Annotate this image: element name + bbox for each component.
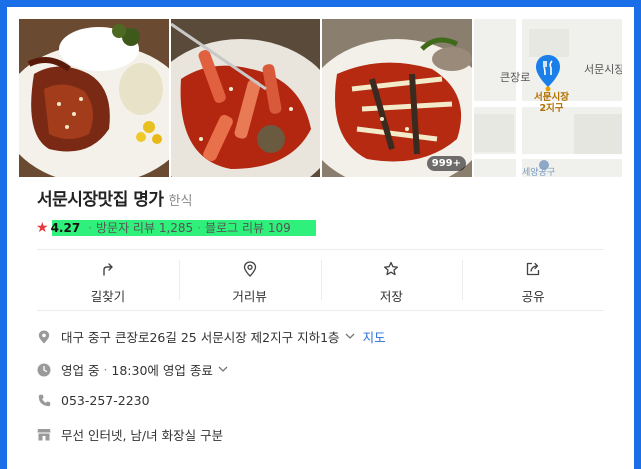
address-map-link[interactable]: 지도 (363, 327, 386, 346)
action-bar: 길찾기 거리뷰 저장 공유 (37, 249, 604, 311)
clock-icon (37, 363, 51, 377)
address-row: 대구 중구 큰장로26길 25 서문시장 제2지구 지하1층 지도 (37, 327, 386, 346)
star-icon: ★ (36, 219, 49, 236)
hours-detail: 18:30에 영업 종료 (111, 363, 213, 378)
separator-dot: · (88, 220, 92, 235)
blog-reviews-link[interactable]: 블로그 리뷰 109 (205, 219, 291, 236)
street-view-label: 거리뷰 (232, 289, 267, 304)
food-photo-1[interactable] (19, 19, 169, 177)
place-category: 한식 (168, 194, 193, 209)
separator-dot: · (197, 220, 202, 235)
food-photo-3[interactable]: 999+ (322, 19, 472, 177)
hours-row: 영업 중 · 18:30에 영업 종료 (37, 360, 228, 379)
phone-row: 053-257-2230 (37, 393, 150, 408)
amenities-row: 무선 인터넷, 남/녀 화장실 구분 (37, 425, 223, 444)
save-button[interactable]: 저장 (320, 250, 463, 310)
visitor-reviews-link[interactable]: 방문자 리뷰 1,285 (96, 219, 193, 236)
separator-dot: · (99, 362, 112, 377)
map-pin-label: 서문시장 2지구 (534, 92, 569, 114)
save-label: 저장 (379, 289, 403, 304)
location-icon (37, 330, 51, 344)
map-pin-icon (242, 261, 258, 277)
share-label: 공유 (521, 289, 545, 304)
directions-button[interactable]: 길찾기 (37, 250, 179, 310)
phone-number[interactable]: 053-257-2230 (61, 393, 150, 408)
map-thumbnail[interactable]: 큰장로 서문시장 서문시장 2지구 세양공구 (474, 19, 622, 177)
share-icon (525, 261, 541, 277)
directions-icon (100, 261, 116, 277)
photo-strip: 999+ 큰장로 서문시장 서문시장 2지구 세양공구 (19, 19, 622, 177)
map-bottom-label: 세양공구 (522, 168, 556, 177)
place-card: 999+ 큰장로 서문시장 서문시장 2지구 세양공구 서문시장맛집 명가 한식… (7, 7, 634, 469)
rating-row: ★ 4.27 · 방문자 리뷰 1,285 · 블로그 리뷰 109 (36, 219, 291, 236)
phone-icon (37, 394, 51, 408)
map-road-label: 큰장로 (500, 71, 531, 84)
title-row: 서문시장맛집 명가 한식 (37, 185, 192, 210)
map-area-label: 서문시장 (584, 63, 622, 76)
store-icon (37, 428, 51, 442)
address-text: 대구 중구 큰장로26길 25 서문시장 제2지구 지하1층 (61, 330, 340, 345)
street-view-button[interactable]: 거리뷰 (178, 250, 321, 310)
map-marker-icon (536, 55, 560, 92)
rating-value: 4.27 (50, 220, 81, 235)
chevron-down-icon[interactable] (345, 330, 355, 343)
hours-status: 영업 중 (61, 363, 100, 378)
map-pin-label-line1: 서문시장 (534, 92, 569, 103)
food-photo-2[interactable] (171, 19, 320, 177)
directions-label: 길찾기 (90, 289, 126, 304)
star-outline-icon (383, 261, 399, 277)
chevron-down-icon[interactable] (218, 363, 228, 376)
amenities-text: 무선 인터넷, 남/녀 화장실 구분 (61, 428, 224, 443)
photo-count-badge[interactable]: 999+ (426, 156, 466, 171)
share-button[interactable]: 공유 (462, 250, 604, 310)
place-name: 서문시장맛집 명가 (37, 190, 164, 210)
map-pin-label-line2: 2지구 (539, 103, 564, 114)
